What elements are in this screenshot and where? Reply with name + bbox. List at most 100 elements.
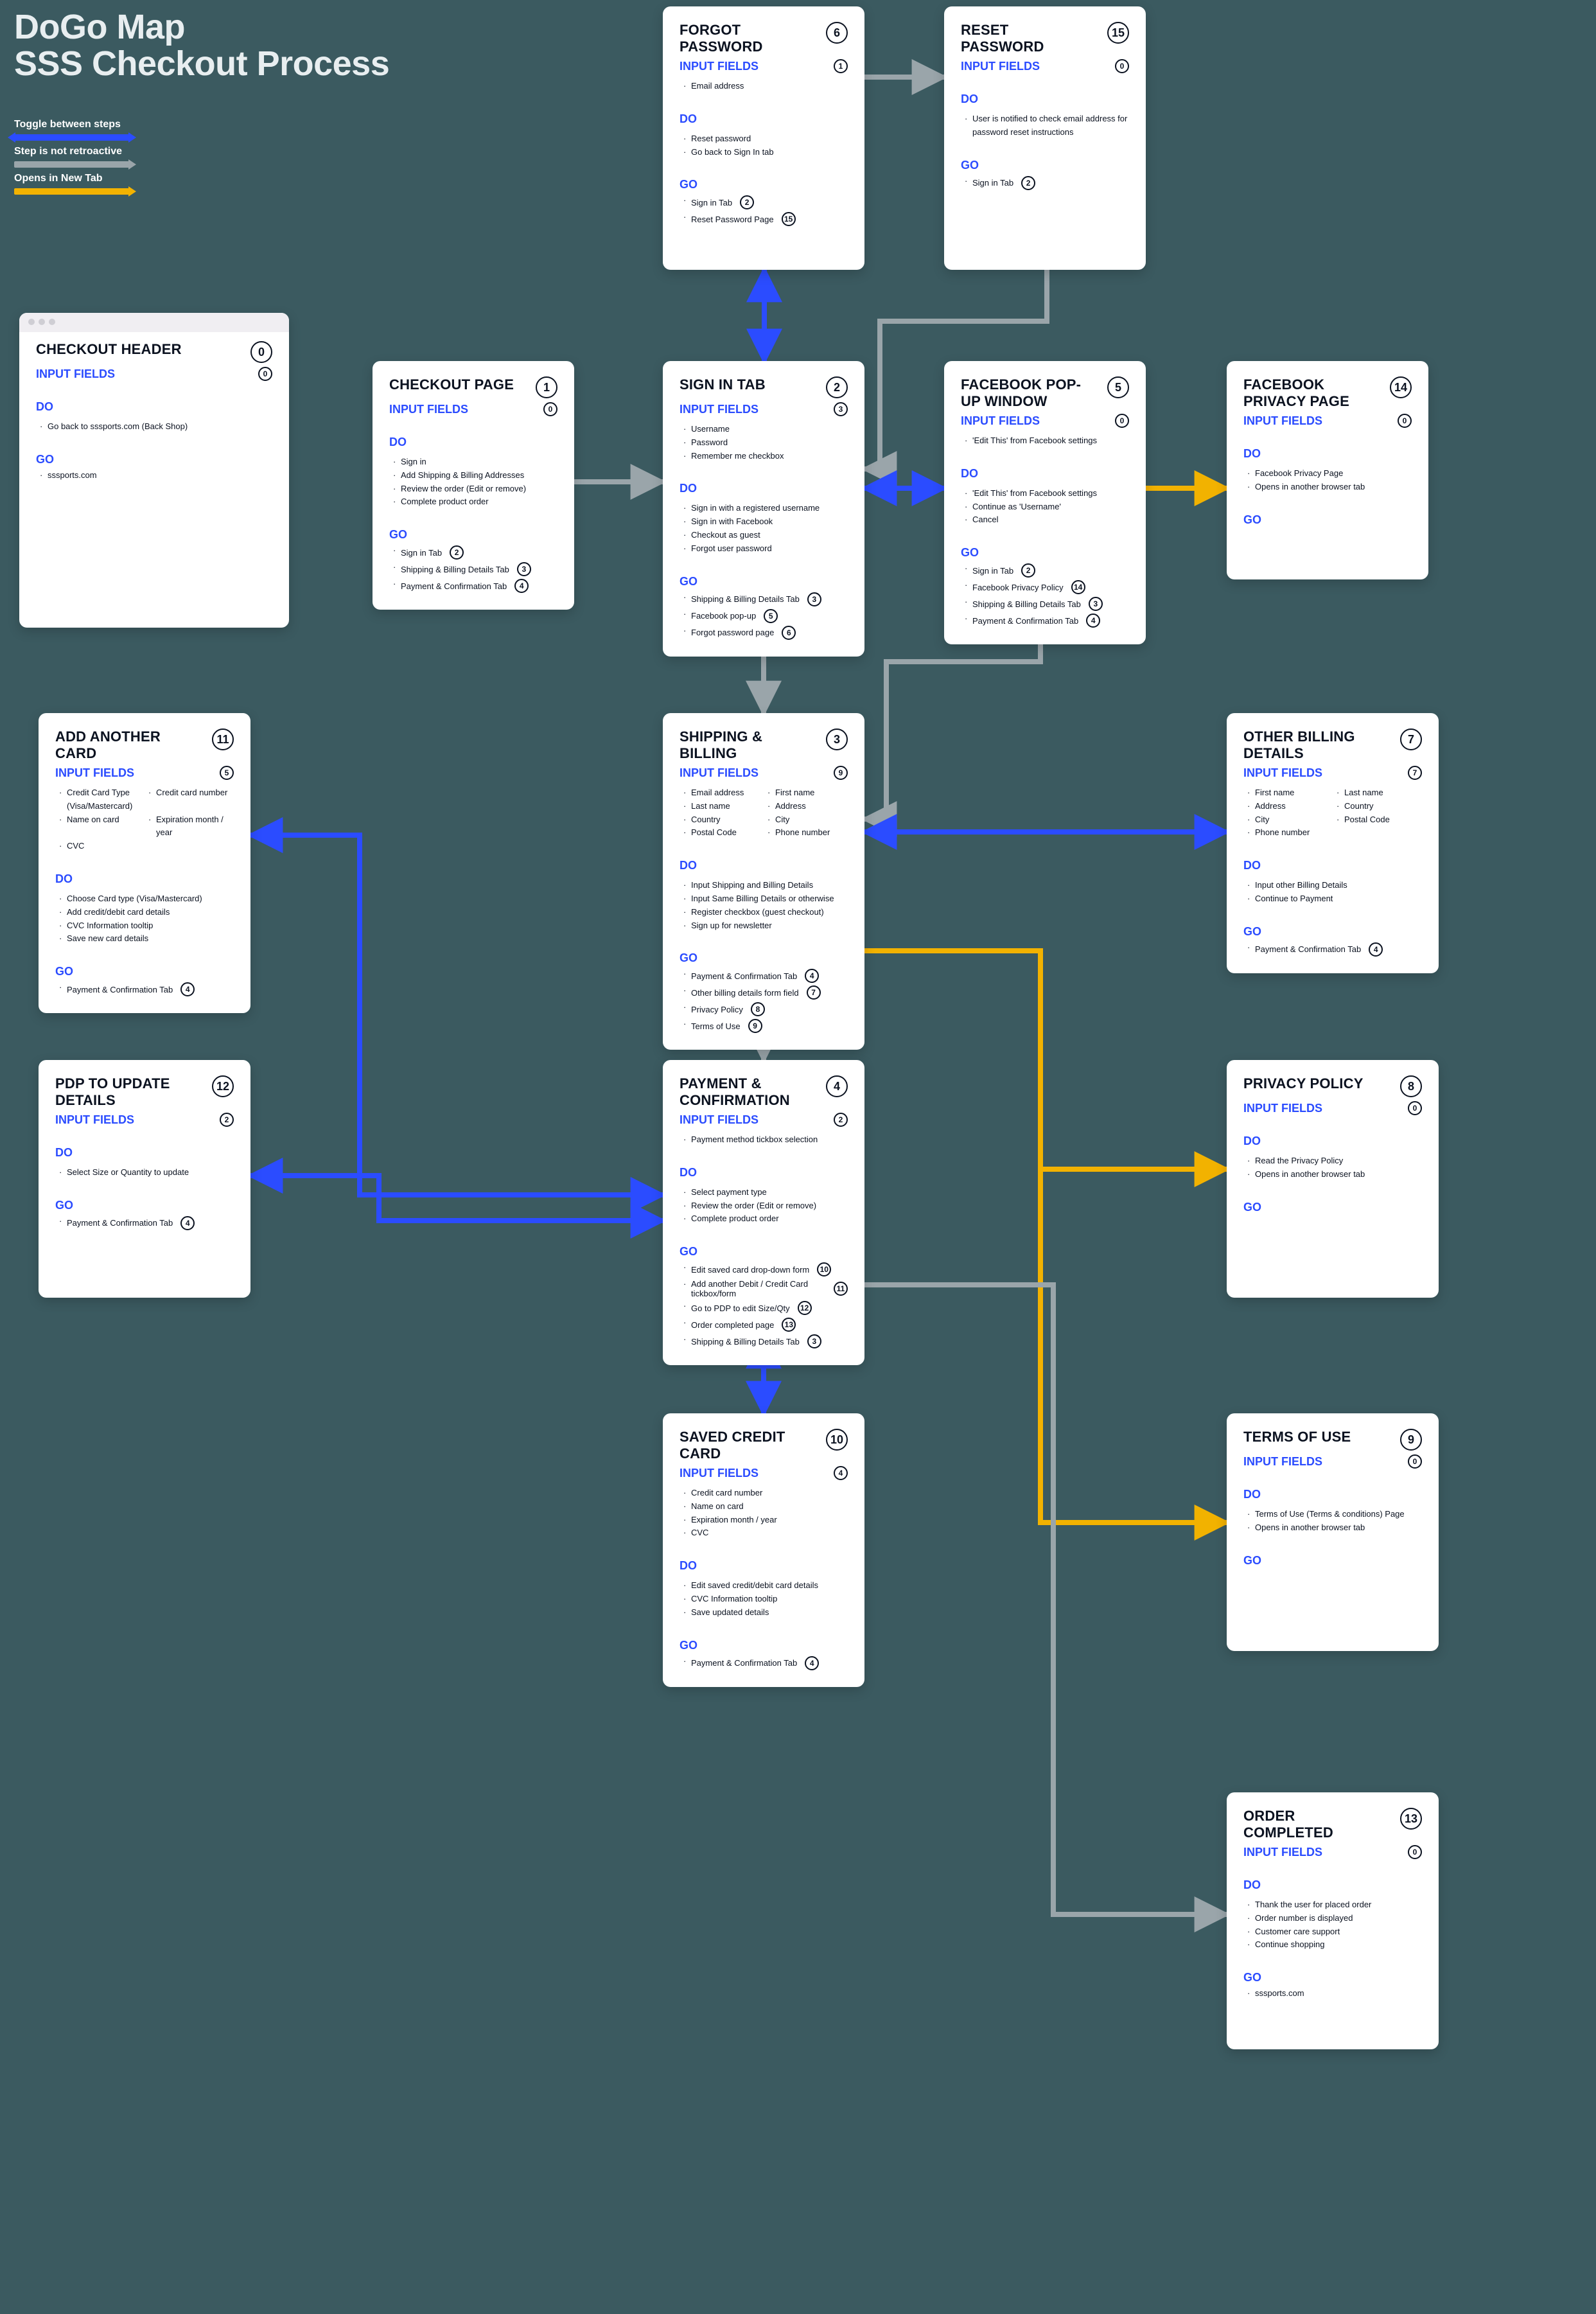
do-item: Input Same Billing Details or otherwise — [691, 892, 848, 906]
do-label: DO — [961, 467, 1129, 481]
do-list: Select Size or Quantity to update — [55, 1166, 234, 1179]
go-ref-badge: 4 — [1086, 614, 1100, 628]
go-item-label: Payment & Confirmation Tab — [691, 971, 797, 981]
card-title: TERMS OF USE — [1243, 1429, 1351, 1445]
do-list: Input other Billing DetailsContinue to P… — [1243, 879, 1422, 906]
card-11: ADD ANOTHER CARD11INPUT FIELDS5Credit Ca… — [39, 713, 250, 1013]
go-item-label: Shipping & Billing Details Tab — [972, 599, 1081, 609]
do-list: User is notified to check email address … — [961, 112, 1129, 139]
do-section: DOInput other Billing DetailsContinue to… — [1243, 859, 1422, 906]
input-fields-label: INPUT FIELDS — [1243, 1455, 1322, 1469]
go-item: sssports.com — [48, 470, 272, 480]
card-number-badge: 3 — [826, 729, 848, 750]
input-field-item: Credit card number — [156, 786, 234, 813]
go-ref-badge: 3 — [1089, 597, 1103, 611]
card-header: ADD ANOTHER CARD11INPUT FIELDS5 — [55, 729, 234, 780]
card-number-badge: 10 — [826, 1429, 848, 1451]
go-ref-badge: 4 — [180, 1216, 195, 1230]
card-title: CHECKOUT HEADER — [36, 341, 182, 358]
card-number-badge: 2 — [826, 376, 848, 398]
do-list: 'Edit This' from Facebook settingsContin… — [961, 487, 1129, 527]
input-field-item: Country — [1344, 800, 1422, 813]
card-number-badge: 13 — [1400, 1808, 1422, 1830]
card-number-badge: 0 — [250, 341, 272, 363]
go-label: GO — [55, 965, 234, 978]
do-item: Read the Privacy Policy — [1255, 1154, 1422, 1168]
do-section: DOSelect payment typeReview the order (E… — [680, 1166, 848, 1226]
go-label: GO — [680, 1639, 848, 1652]
input-field-item: Username — [691, 423, 848, 436]
input-fields-list: UsernamePasswordRemember me checkbox — [680, 423, 848, 463]
go-section: GOPayment & Confirmation Tab4 — [1243, 925, 1422, 957]
input-field-item: Postal Code — [1344, 813, 1422, 827]
card-title: SIGN IN TAB — [680, 376, 766, 393]
do-label: DO — [961, 93, 1129, 106]
go-item: Facebook Privacy Policy14 — [972, 580, 1129, 594]
card-7: OTHER BILLING DETAILS7INPUT FIELDS7First… — [1227, 713, 1439, 973]
do-section: DOSelect Size or Quantity to update — [55, 1146, 234, 1179]
go-item: Payment & Confirmation Tab4 — [67, 982, 234, 996]
card-title: FORGOT PASSWORD — [680, 22, 811, 55]
card-number-badge: 11 — [212, 729, 234, 750]
do-label: DO — [1243, 1135, 1422, 1148]
go-item: Sign in Tab2 — [972, 176, 1129, 190]
card-header: SAVED CREDIT CARD10INPUT FIELDS4 — [680, 1429, 848, 1480]
go-item-label: Sign in Tab — [401, 548, 442, 558]
card-header: FACEBOOK POP-UP WINDOW5INPUT FIELDS0 — [961, 376, 1129, 428]
do-section: DOChoose Card type (Visa/Mastercard)Add … — [55, 872, 234, 946]
go-ref-badge: 2 — [740, 195, 754, 209]
input-field-item: CVC — [691, 1526, 848, 1540]
card-header: FORGOT PASSWORD6INPUT FIELDS1 — [680, 22, 848, 73]
cards-root: CHECKOUT HEADER0INPUT FIELDS0DOGo back t… — [0, 0, 1596, 2314]
go-label: GO — [680, 951, 848, 965]
input-fields-count: 9 — [834, 766, 848, 780]
do-section: DOInput Shipping and Billing DetailsInpu… — [680, 859, 848, 932]
input-fields-count: 1 — [834, 59, 848, 73]
go-ref-badge: 15 — [782, 212, 796, 226]
do-item: Order number is displayed — [1255, 1912, 1422, 1925]
do-item: CVC Information tooltip — [67, 919, 234, 933]
card-number-badge: 4 — [826, 1075, 848, 1097]
card-header: OTHER BILLING DETAILS7INPUT FIELDS7 — [1243, 729, 1422, 780]
input-fields-count: 3 — [834, 402, 848, 416]
input-fields-label: INPUT FIELDS — [680, 1467, 759, 1480]
go-item-label: Edit saved card drop-down form — [691, 1265, 809, 1275]
input-fields-label: INPUT FIELDS — [1243, 1846, 1322, 1859]
go-label: GO — [961, 159, 1129, 172]
go-item-label: Payment & Confirmation Tab — [1255, 944, 1361, 954]
go-item: Shipping & Billing Details Tab3 — [691, 1334, 848, 1348]
card-8: PRIVACY POLICY8INPUT FIELDS0DORead the P… — [1227, 1060, 1439, 1298]
do-list: Go back to sssports.com (Back Shop) — [36, 420, 272, 434]
go-item-label: Privacy Policy — [691, 1005, 743, 1014]
go-label: GO — [680, 575, 848, 588]
go-label: GO — [961, 546, 1129, 560]
input-fields-label: INPUT FIELDS — [36, 367, 115, 381]
input-fields-count: 0 — [1115, 414, 1129, 428]
do-item: Continue shopping — [1255, 1938, 1422, 1952]
do-item: Terms of Use (Terms & conditions) Page — [1255, 1508, 1422, 1521]
go-section: GOSign in Tab2Facebook Privacy Policy14S… — [961, 546, 1129, 628]
do-item: Choose Card type (Visa/Mastercard) — [67, 892, 234, 906]
do-section: DOGo back to sssports.com (Back Shop) — [36, 400, 272, 434]
do-item: Review the order (Edit or remove) — [691, 1199, 848, 1213]
do-item: Sign in — [401, 455, 557, 469]
do-item: Register checkbox (guest checkout) — [691, 906, 848, 919]
go-ref-badge: 11 — [834, 1282, 848, 1296]
do-list: Thank the user for placed orderOrder num… — [1243, 1898, 1422, 1952]
input-fields-count: 2 — [834, 1113, 848, 1127]
go-item: Go to PDP to edit Size/Qty12 — [691, 1301, 848, 1315]
input-field-item: Expiration month / year — [691, 1514, 848, 1527]
go-item-label: Shipping & Billing Details Tab — [691, 594, 800, 604]
do-item: Select payment type — [691, 1186, 848, 1199]
card-title: FACEBOOK POP-UP WINDOW — [961, 376, 1092, 410]
go-ref-badge: 7 — [807, 985, 821, 1000]
go-item: Add another Debit / Credit Card tickbox/… — [691, 1279, 848, 1298]
do-item: Save new card details — [67, 932, 234, 946]
input-field-item: Last name — [691, 800, 764, 813]
input-fields-list: Email addressFirst nameLast nameAddressC… — [680, 786, 848, 840]
go-item-label: Shipping & Billing Details Tab — [691, 1337, 800, 1347]
card-number-badge: 5 — [1107, 376, 1129, 398]
do-item: Edit saved credit/debit card details — [691, 1579, 848, 1593]
go-item-label: Sign in Tab — [691, 198, 732, 208]
input-field-item: Remember me checkbox — [691, 450, 848, 463]
